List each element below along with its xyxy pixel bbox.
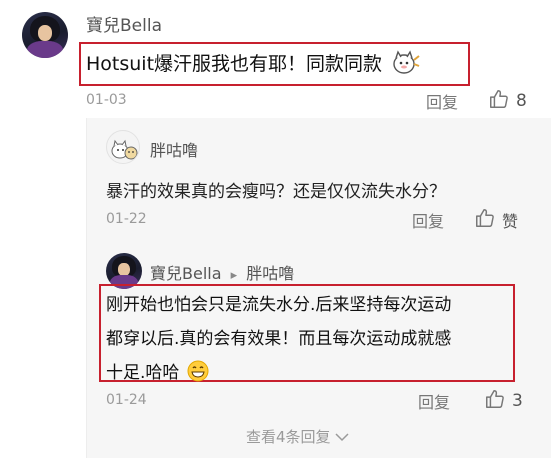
reply-date: 01-22 — [106, 211, 147, 227]
reply-author-name[interactable]: 寶兒Bella — [150, 264, 222, 283]
comment-text-content: Hotsuit爆汗服我也有耶！同款同款 — [86, 53, 383, 75]
reply-like-button[interactable]: 3 — [484, 388, 523, 414]
thumbs-up-icon — [474, 207, 496, 233]
comment-like-button[interactable]: 8 — [488, 88, 527, 114]
thumbs-up-icon — [484, 388, 506, 414]
chevron-down-icon — [335, 427, 349, 446]
reply-reply-button[interactable]: 回复 — [418, 389, 450, 413]
comment-reply-button[interactable]: 回复 — [426, 89, 458, 113]
reply-header: 寶兒Bella ▸ 胖咕噜 — [150, 260, 294, 284]
view-more-replies-button[interactable]: 查看4条回复 — [246, 426, 349, 447]
reply-like-label: 赞 — [502, 212, 519, 231]
comment-text: Hotsuit爆汗服我也有耶！同款同款 — [86, 49, 420, 79]
thumbs-up-icon — [488, 88, 510, 114]
reply-date: 01-24 — [106, 392, 147, 408]
reply-text: 暴汗的效果真的会瘦吗？还是仅仅流失水分？ — [106, 182, 446, 202]
avatar-body — [26, 40, 64, 58]
reply-reply-button[interactable]: 回复 — [412, 208, 444, 232]
reply-like-count: 3 — [512, 391, 523, 411]
comment-author-name[interactable]: 寶兒Bella — [86, 11, 162, 36]
reply-text-line: 十足.哈哈 — [106, 363, 180, 383]
comment-like-count: 8 — [516, 91, 527, 111]
reply-text: 刚开始也怕会只是流失水分.后来坚持每次运动 都穿以后.真的会有效果！而且每次运动… — [106, 288, 451, 394]
avatar[interactable] — [106, 130, 140, 164]
reply-to-name[interactable]: 胖咕噜 — [246, 264, 294, 283]
cartoon-cat-sticker-icon — [390, 50, 420, 79]
grin-emoji-icon — [187, 360, 209, 394]
reply-text-line: 都穿以后.真的会有效果！而且每次运动成就感 — [106, 329, 452, 349]
view-more-replies-label: 查看4条回复 — [246, 428, 331, 446]
reply-like-button[interactable]: 赞 — [474, 207, 518, 233]
reply-text-last-line: 十足.哈哈 — [106, 356, 451, 394]
avatar[interactable] — [22, 12, 68, 58]
reply-text-line: 刚开始也怕会只是流失水分.后来坚持每次运动 — [106, 295, 452, 315]
avatar-face — [118, 263, 130, 277]
reply-to-arrow-icon: ▸ — [230, 268, 238, 283]
comment-date: 01-03 — [86, 92, 127, 108]
reply-author-name[interactable]: 胖咕噜 — [150, 137, 198, 161]
